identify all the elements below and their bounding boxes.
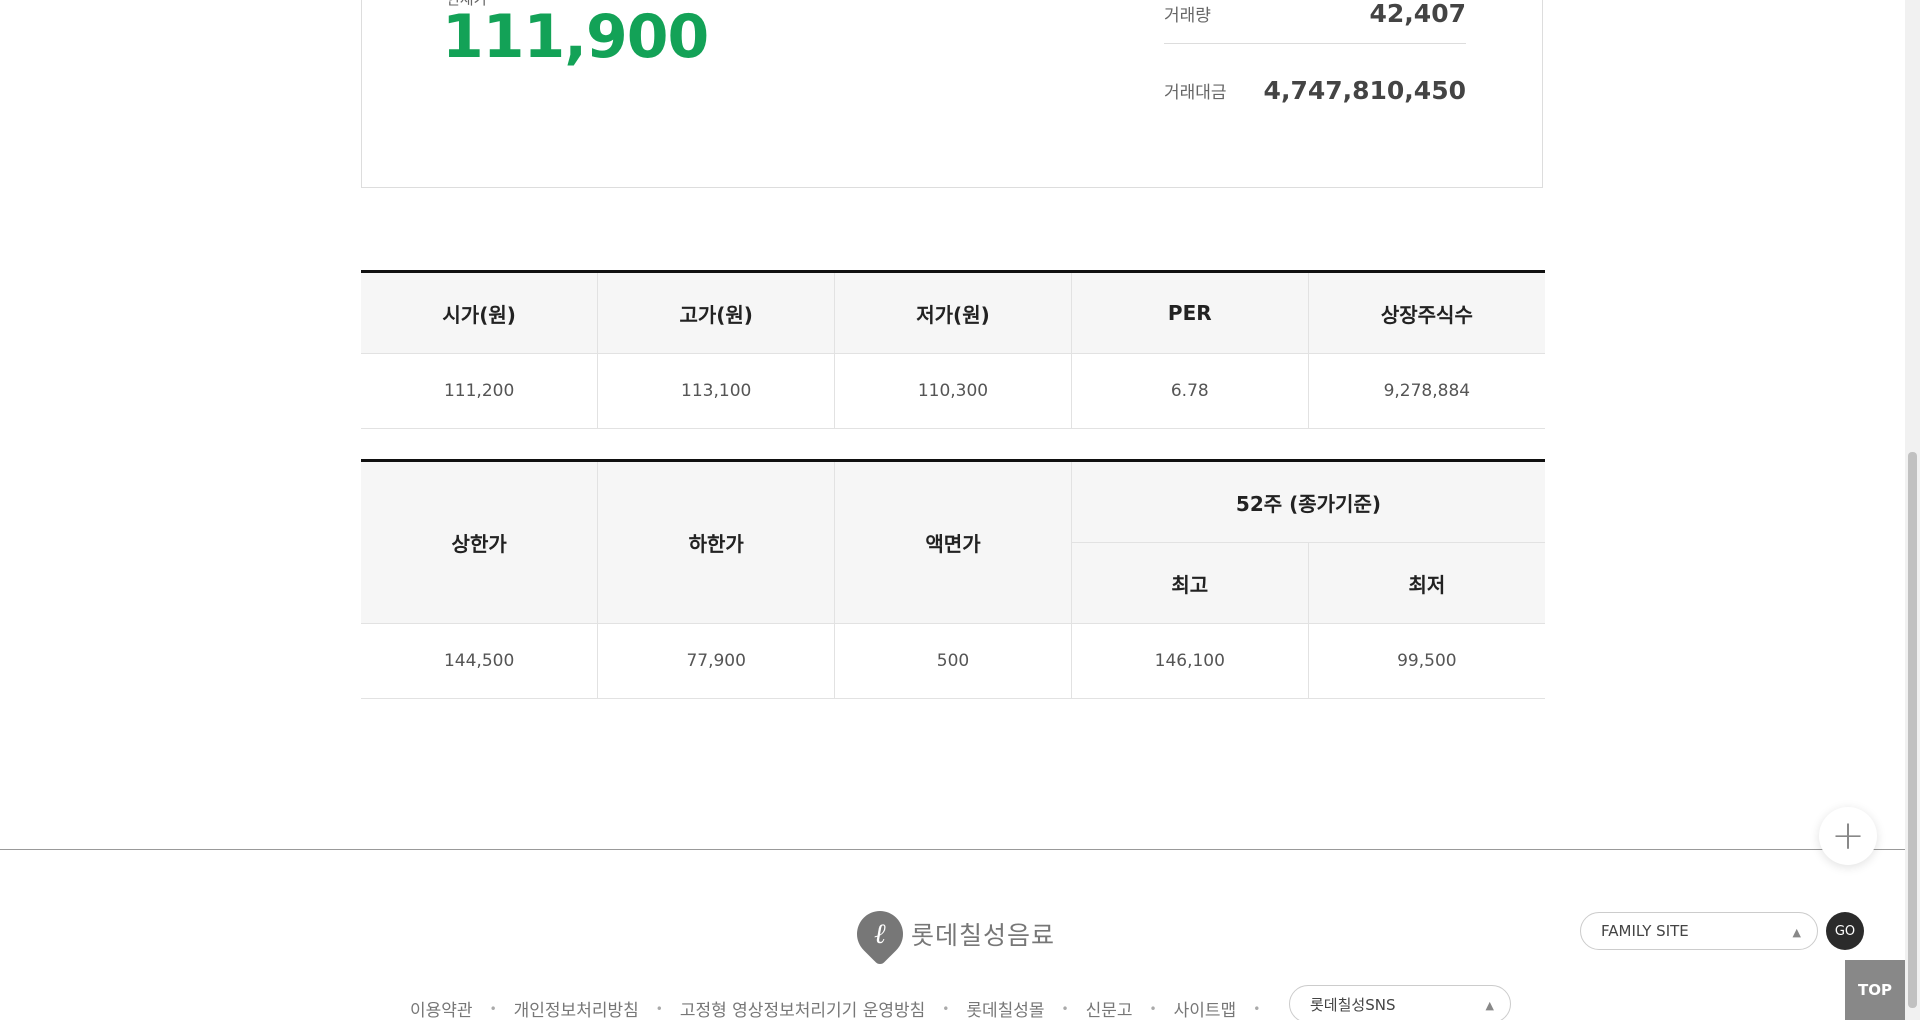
week52-low-header: 최저 <box>1308 542 1545 624</box>
table-row: 144,500 77,900 500 146,100 99,500 <box>361 623 1545 699</box>
family-site-select[interactable]: FAMILY SITE ▲ <box>1580 912 1818 950</box>
separator-dot: • <box>1253 1001 1261 1016</box>
per-value: 6.78 <box>1071 353 1309 429</box>
lower-limit-header: 하한가 <box>597 460 836 624</box>
per-header: PER <box>1071 271 1309 354</box>
logo-text: 롯데칠성음료 <box>911 921 1056 950</box>
price-limit-table: 상한가 하한가 액면가 52주 (종가기준) 최고 최저 144,500 77,… <box>361 459 1545 699</box>
trading-amount-label: 거래대금 <box>1164 82 1227 103</box>
listed-shares-header: 상장주식수 <box>1308 271 1545 354</box>
trading-amount-row: 거래대금 4,747,810,450 <box>1164 60 1466 120</box>
footer-divider <box>0 849 1905 850</box>
footer-link-sitemap[interactable]: 사이트맵 <box>1174 996 1237 1020</box>
go-button[interactable]: GO <box>1826 912 1864 950</box>
footer-link-report[interactable]: 신문고 <box>1086 996 1133 1020</box>
volume-row: 거래량 42,407 <box>1164 0 1466 44</box>
lower-limit-value: 77,900 <box>597 623 836 699</box>
separator-dot: • <box>942 1001 950 1016</box>
price-info-table: 시가(원) 고가(원) 저가(원) PER 상장주식수 111,200 113,… <box>361 270 1545 429</box>
week52-high-value: 146,100 <box>1071 623 1309 699</box>
trading-amount-value: 4,747,810,450 <box>1263 75 1466 105</box>
upper-limit-value: 144,500 <box>361 623 599 699</box>
par-value-value: 500 <box>834 623 1072 699</box>
par-value-header: 액면가 <box>834 460 1072 624</box>
footer-link-privacy[interactable]: 개인정보처리방침 <box>514 996 639 1020</box>
top-button[interactable]: TOP <box>1845 960 1905 1020</box>
scrollbar-thumb[interactable] <box>1908 452 1917 1008</box>
open-price-header: 시가(원) <box>361 271 599 354</box>
open-price-value: 111,200 <box>361 353 599 429</box>
separator-dot: • <box>1061 1001 1069 1016</box>
sns-select[interactable]: 롯데칠성SNS ▲ <box>1289 985 1511 1020</box>
week52-low-value: 99,500 <box>1308 623 1545 699</box>
current-price: 111,900 <box>442 2 709 72</box>
page: 현재가 111,900 거래량 42,407 거래대금 4,747,810,45… <box>0 0 1920 1020</box>
caret-up-icon: ▲ <box>1485 999 1494 1012</box>
family-site-label: FAMILY SITE <box>1601 922 1689 940</box>
low-price-value: 110,300 <box>834 353 1072 429</box>
logo-mark-icon: ℓ <box>847 901 913 967</box>
week52-high-header: 최고 <box>1071 542 1309 624</box>
week52-header: 52주 (종가기준) <box>1071 460 1545 543</box>
footer-link-cctv-policy[interactable]: 고정형 영상정보처리기기 운영방침 <box>680 996 925 1020</box>
listed-shares-value: 9,278,884 <box>1308 353 1545 429</box>
vertical-scrollbar[interactable] <box>1905 0 1920 1020</box>
volume-label: 거래량 <box>1164 5 1211 26</box>
plus-icon[interactable]: + <box>1819 807 1877 865</box>
footer-link-mall[interactable]: 롯데칠성몰 <box>966 996 1044 1020</box>
table-row: 111,200 113,100 110,300 6.78 9,278,884 <box>361 353 1545 429</box>
separator-dot: • <box>489 1001 497 1016</box>
low-price-header: 저가(원) <box>834 271 1072 354</box>
caret-up-icon: ▲ <box>1792 926 1801 939</box>
upper-limit-header: 상한가 <box>361 460 599 624</box>
footer-link-terms[interactable]: 이용약관 <box>410 996 473 1020</box>
company-logo[interactable]: ℓ 롯데칠성음료 <box>847 901 1056 967</box>
high-price-header: 고가(원) <box>597 271 836 354</box>
separator-dot: • <box>1149 1001 1157 1016</box>
footer-links: 이용약관 • 개인정보처리방침 • 고정형 영상정보처리기기 운영방침 • 롯데… <box>410 996 1277 1020</box>
price-summary-box: 현재가 111,900 거래량 42,407 거래대금 4,747,810,45… <box>361 0 1543 188</box>
high-price-value: 113,100 <box>597 353 836 429</box>
sns-label: 롯데칠성SNS <box>1310 995 1396 1014</box>
volume-value: 42,407 <box>1369 0 1466 28</box>
separator-dot: • <box>655 1001 663 1016</box>
